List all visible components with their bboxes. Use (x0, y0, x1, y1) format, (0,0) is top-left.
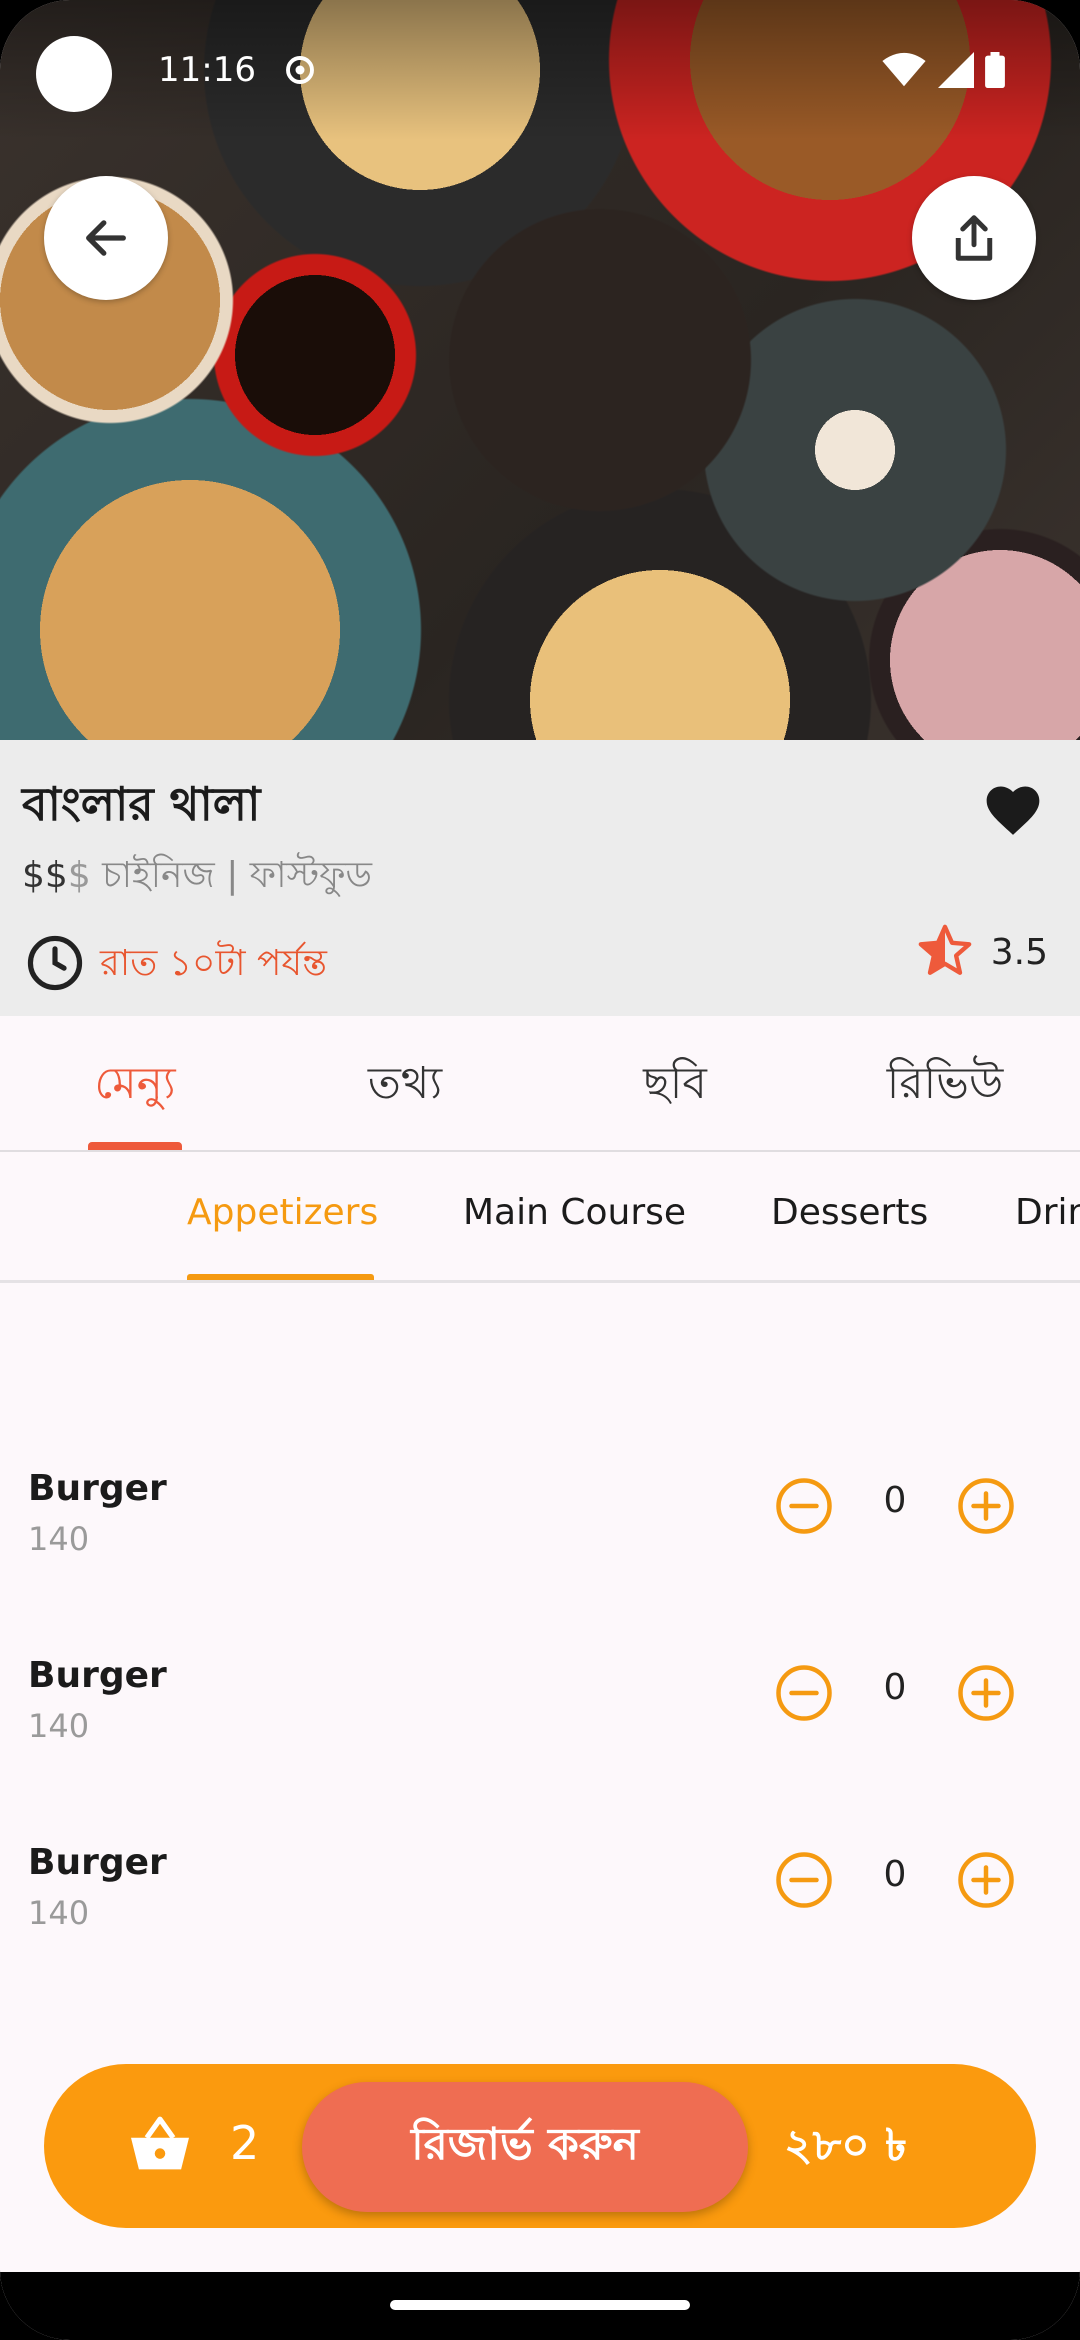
price-level: $$ (22, 855, 68, 896)
category-desserts[interactable]: Desserts (771, 1192, 928, 1233)
item-name: Burger (28, 1468, 167, 1509)
restaurant-info: বাংলার থালা $$$ চাইনিজ | ফাস্টফুড রাত ১০… (0, 740, 1080, 1016)
item-quantity: 0 (883, 1854, 907, 1895)
minus-circle-icon[interactable] (774, 1663, 834, 1723)
back-button[interactable] (44, 176, 168, 300)
basket-icon (131, 2116, 189, 2170)
item-price: 140 (28, 1707, 90, 1745)
category-main-course[interactable]: Main Course (463, 1192, 686, 1233)
tab-reviews[interactable]: রিভিউ (810, 1050, 1080, 1123)
clock-icon (27, 935, 83, 991)
status-time: 11:16 (158, 50, 256, 90)
category-appetizers[interactable]: Appetizers (187, 1192, 378, 1233)
item-name: Burger (28, 1655, 167, 1696)
menu-category-tabs: Appetizers Main Course Desserts Drinks (0, 1152, 1080, 1283)
share-button[interactable] (912, 176, 1036, 300)
tab-indicator (88, 1142, 182, 1150)
menu-item: Burger 140 0 (0, 1468, 1080, 1618)
cart-item-count: 2 (230, 2116, 260, 2170)
minus-circle-icon[interactable] (774, 1476, 834, 1536)
heart-icon[interactable] (982, 780, 1044, 838)
wifi-icon (882, 52, 926, 87)
menu-item: Burger 140 0 (0, 1842, 1080, 1992)
home-gesture-handle[interactable] (390, 2300, 690, 2310)
share-icon (955, 215, 993, 261)
reserve-button[interactable]: রিজার্ভ করুন (302, 2082, 748, 2212)
data-saver-icon (286, 56, 314, 84)
rating-value: 3.5 (990, 932, 1048, 973)
restaurant-hero-image: 11:16 (0, 0, 1080, 740)
plus-circle-icon[interactable] (956, 1476, 1016, 1536)
plus-circle-icon[interactable] (956, 1850, 1016, 1910)
item-name: Burger (28, 1842, 167, 1883)
camera-cutout (36, 36, 112, 112)
item-quantity: 0 (883, 1667, 907, 1708)
restaurant-name: বাংলার থালা (22, 777, 261, 831)
cart-bar[interactable]: 2 রিজার্ভ করুন ২৮০ ৳ (44, 2064, 1036, 2228)
category-drinks[interactable]: Drinks (1015, 1192, 1080, 1233)
battery-icon (985, 52, 1005, 88)
item-price: 140 (28, 1520, 90, 1558)
cart-total: ২৮০ ৳ (784, 2120, 908, 2171)
price-and-cuisine: $$$ চাইনিজ | ফাস্টফুড (22, 848, 372, 908)
signal-icon (938, 52, 974, 88)
cuisine-categories: চাইনিজ | ফাস্টফুড (90, 855, 372, 896)
status-bar: 11:16 (36, 36, 1044, 112)
plus-circle-icon[interactable] (956, 1663, 1016, 1723)
item-quantity: 0 (883, 1480, 907, 1521)
minus-circle-icon[interactable] (774, 1850, 834, 1910)
item-price: 140 (28, 1894, 90, 1932)
star-icon (918, 924, 972, 975)
tab-menu[interactable]: মেন্যু (0, 1050, 270, 1123)
arrow-left-icon (86, 220, 126, 256)
tab-info[interactable]: তথ্য (270, 1050, 540, 1123)
opening-hours: রাত ১০টা পর্যন্ত (100, 943, 327, 984)
screen: 11:16 বাংলার থালা $$$ চাইনিজ | ফাস্টফুড … (0, 0, 1080, 2340)
category-indicator (187, 1274, 374, 1280)
menu-item: Burger 140 0 (0, 1655, 1080, 1805)
main-tabs: মেন্যু তথ্য ছবি রিভিউ (0, 1016, 1080, 1152)
price-level-inactive: $ (67, 855, 91, 896)
tab-photos[interactable]: ছবি (540, 1050, 810, 1123)
